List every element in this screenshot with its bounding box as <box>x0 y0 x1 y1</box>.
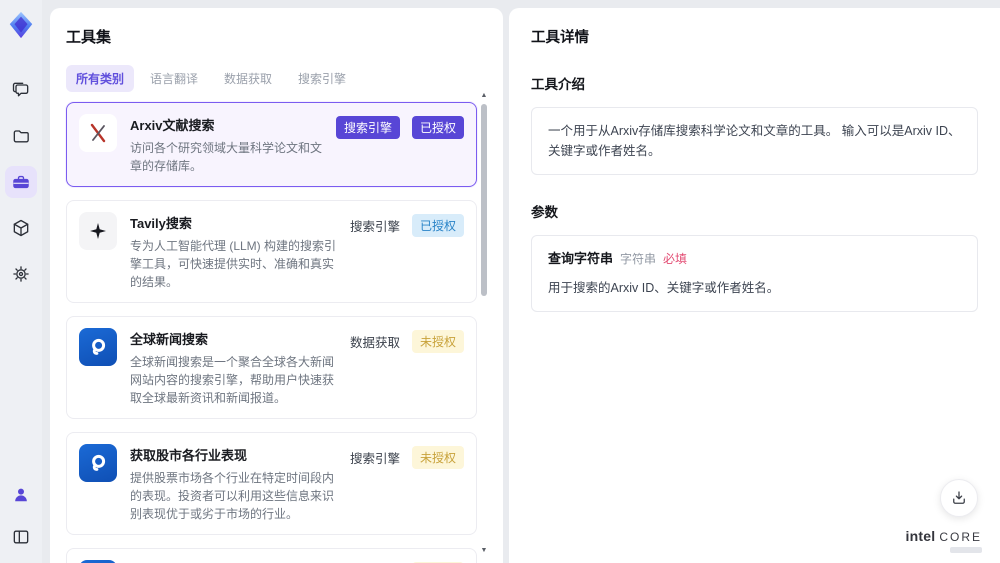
params-heading: 参数 <box>531 205 558 220</box>
brand-core-text: core <box>939 530 982 544</box>
brand-intel-text: intel <box>905 528 936 544</box>
market-search-icon <box>79 444 117 482</box>
app-logo-icon[interactable] <box>6 10 36 40</box>
tool-card-tavily[interactable]: Tavily搜索 专为人工智能代理 (LLM) 构建的搜索引擎工具，可快速提供实… <box>66 200 477 303</box>
tool-name: 获取股市各行业表现 <box>130 448 248 463</box>
tab-all-categories[interactable]: 所有类别 <box>66 65 135 92</box>
panel-toggle-icon[interactable] <box>5 521 37 553</box>
status-badge: 未授权 <box>411 330 464 353</box>
category-label: 数据获取 <box>349 336 400 350</box>
news-search-icon <box>79 328 117 366</box>
tab-data-acquisition[interactable]: 数据获取 <box>214 65 282 92</box>
main-area: 工具集 所有类别 语言翻译 数据获取 搜索引擎 Arxiv文献搜索 访问各个研究… <box>42 0 1000 563</box>
arxiv-icon <box>79 114 117 152</box>
tab-search-engine[interactable]: 搜索引擎 <box>288 65 356 92</box>
list-scrollbar[interactable]: ▲ ▼ <box>480 92 488 555</box>
chat-icon[interactable] <box>5 74 37 106</box>
page-title: 工具集 <box>66 29 112 46</box>
brand-sub-mark <box>950 547 982 553</box>
toolbox-icon[interactable] <box>5 166 37 198</box>
category-tabs: 所有类别 语言翻译 数据获取 搜索引擎 <box>66 65 477 92</box>
left-rail <box>0 0 42 563</box>
status-badge: 已授权 <box>411 116 464 139</box>
status-badge: 已授权 <box>411 214 464 237</box>
intel-core-logo: intel core <box>906 528 982 553</box>
intro-box: 一个用于从Arxiv存储库搜索科学论文和文章的工具。 输入可以是Arxiv ID… <box>531 107 978 175</box>
tool-card-global-news[interactable]: 全球新闻搜索 全球新闻搜索是一个聚合全球各大新闻网站内容的搜索引擎，帮助用户快速… <box>66 316 477 419</box>
param-description: 用于搜索的Arxiv ID、关键字或作者姓名。 <box>548 280 780 295</box>
tool-name: 全球新闻搜索 <box>130 332 209 347</box>
tool-detail-panel: 工具详情 工具介绍 一个用于从Arxiv存储库搜索科学论文和文章的工具。 输入可… <box>509 8 1000 563</box>
tool-description: 访问各个研究领域大量科学论文和文章的存储库。 <box>130 141 323 173</box>
tool-description: 提供股票市场各个行业在特定时间段内的表现。投资者可以利用这些信息来识别表现优于或… <box>130 471 335 521</box>
tool-card-arxiv[interactable]: Arxiv文献搜索 访问各个研究领域大量科学论文和文章的存储库。 搜索引擎 已授… <box>66 102 477 187</box>
settings-gear-icon[interactable] <box>5 258 37 290</box>
user-icon[interactable] <box>5 479 37 511</box>
toolset-panel: 工具集 所有类别 语言翻译 数据获取 搜索引擎 Arxiv文献搜索 访问各个研究… <box>50 8 503 563</box>
category-label: 搜索引擎 <box>349 220 400 234</box>
param-name: 查询字符串 <box>548 251 614 266</box>
tab-language-translation[interactable]: 语言翻译 <box>140 65 208 92</box>
scroll-down-icon[interactable]: ▼ <box>480 547 488 555</box>
tool-card-sector-performance[interactable]: 获取股市各行业表现 提供股票市场各个行业在特定时间段内的表现。投资者可以利用这些… <box>66 432 477 535</box>
category-badge: 搜索引擎 <box>335 116 400 139</box>
scrollbar-thumb[interactable] <box>481 104 487 296</box>
folder-icon[interactable] <box>5 120 37 152</box>
detail-title: 工具详情 <box>531 30 589 46</box>
cube-icon[interactable] <box>5 212 37 244</box>
category-label: 搜索引擎 <box>349 452 400 466</box>
param-box: 查询字符串 字符串 必填 用于搜索的Arxiv ID、关键字或作者姓名。 <box>531 235 978 312</box>
param-type: 字符串 <box>620 252 657 266</box>
tool-description: 全球新闻搜索是一个聚合全球各大新闻网站内容的搜索引擎，帮助用户快速获取全球最新资… <box>130 355 335 405</box>
scroll-up-icon[interactable]: ▲ <box>480 92 488 100</box>
download-button[interactable] <box>940 479 978 517</box>
tool-list: Arxiv文献搜索 访问各个研究领域大量科学论文和文章的存储库。 搜索引擎 已授… <box>66 102 477 563</box>
tavily-sparkle-icon <box>79 212 117 250</box>
status-badge: 未授权 <box>411 446 464 469</box>
tool-card-active-stocks[interactable]: 获取市场最活跃股票信息 提供当天交易量最高的股票列表，投资者可以利用这些信息来识… <box>66 548 477 563</box>
param-required-badge: 必填 <box>663 252 688 266</box>
tool-name: Arxiv文献搜索 <box>130 118 215 133</box>
download-icon <box>953 491 965 504</box>
tool-description: 专为人工智能代理 (LLM) 构建的搜索引擎工具，可快速提供实时、准确和真实的结… <box>130 239 337 289</box>
tool-name: Tavily搜索 <box>130 216 192 231</box>
intro-heading: 工具介绍 <box>531 77 585 92</box>
